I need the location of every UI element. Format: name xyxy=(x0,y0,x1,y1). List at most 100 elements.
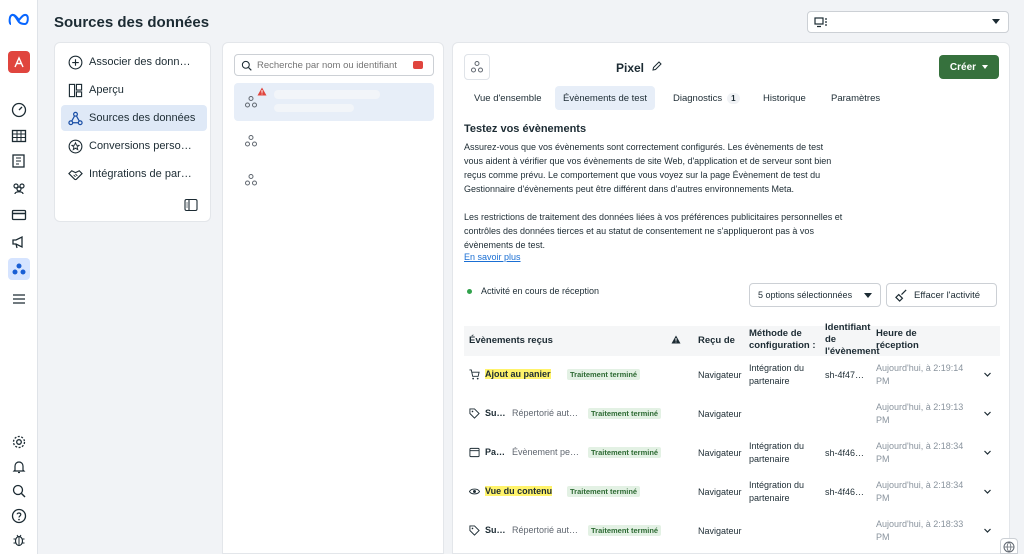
caret-down-icon xyxy=(982,65,989,69)
col-received-time: Heure de réception xyxy=(876,328,919,352)
source-item-selected[interactable] xyxy=(234,83,434,121)
warning-icon xyxy=(671,335,681,344)
tab-diagnostics[interactable]: Diagnostics 1 xyxy=(665,86,748,110)
live-status-dot-icon xyxy=(467,288,472,294)
globe-icon xyxy=(1003,541,1015,553)
paragraph-line: Gestionnaire d'évènements peut être diff… xyxy=(464,184,794,194)
rail-dashboard[interactable] xyxy=(8,99,30,121)
megaphone-icon xyxy=(12,235,23,249)
paragraph-line: Assurez-vous que vos évènements sont cor… xyxy=(464,142,824,152)
source-item[interactable] xyxy=(234,161,434,199)
rail-search[interactable] xyxy=(8,480,30,502)
col-method-line: configuration : xyxy=(749,340,816,351)
rail-settings[interactable] xyxy=(8,431,30,453)
bug-icon xyxy=(13,534,25,547)
nav-item-custom-conversions[interactable]: Conversions perso… xyxy=(61,133,207,159)
rail-events-manager[interactable] xyxy=(8,258,30,280)
rail-ads[interactable] xyxy=(8,231,30,253)
status-badge: Traitement terminé xyxy=(567,369,641,380)
overview-icon xyxy=(68,83,82,97)
rail-billing[interactable] xyxy=(8,204,30,226)
clear-activity-button[interactable]: Effacer l'activité xyxy=(886,283,997,307)
chevron-down-icon[interactable] xyxy=(983,409,992,418)
create-button-label: Créer xyxy=(949,61,977,73)
chevron-down-icon[interactable] xyxy=(983,487,992,496)
account-letter-icon xyxy=(14,56,24,68)
star-icon xyxy=(68,139,82,153)
col-time-line: réception xyxy=(876,340,919,351)
table-row[interactable]: Su… Répertorié aut… Traitement terminé N… xyxy=(464,395,1000,434)
learn-more-link[interactable]: En savoir plus xyxy=(464,252,521,262)
tab-overview[interactable]: Vue d'ensemble xyxy=(466,86,549,110)
tag-icon xyxy=(469,408,480,419)
nav-item-label: Conversions perso… xyxy=(89,140,192,152)
received-from: Navigateur xyxy=(698,370,742,380)
help-fab[interactable] xyxy=(1000,538,1018,554)
paragraph-line: Les restrictions de traitement des donné… xyxy=(464,212,843,222)
document-icon xyxy=(12,154,25,168)
credit-card-icon xyxy=(11,209,27,221)
method-line-2: partenaire xyxy=(749,493,790,503)
hamburger-icon xyxy=(13,294,25,304)
rail-pages[interactable] xyxy=(8,150,30,172)
col-events: Évènements reçus xyxy=(469,335,553,346)
event-name: Ajout au panier xyxy=(485,369,551,379)
received-from: Navigateur xyxy=(698,409,742,419)
business-selector[interactable] xyxy=(807,11,1009,33)
table-row[interactable]: Su… Répertorié aut… Traitement terminé N… xyxy=(464,512,1000,551)
col-event-id-line: de xyxy=(825,334,837,345)
page-icon xyxy=(469,447,480,458)
rail-table[interactable] xyxy=(8,125,30,147)
people-icon xyxy=(13,183,25,195)
time-line-2: PM xyxy=(876,532,890,542)
rail-notifications[interactable] xyxy=(8,456,30,478)
pixel-icon xyxy=(245,174,257,186)
nav-item-partner-integrations[interactable]: Intégrations de par… xyxy=(61,161,207,187)
rail-audiences[interactable] xyxy=(8,177,30,199)
rail-report-bug[interactable] xyxy=(8,529,30,551)
event-description: Répertorié aut… xyxy=(512,525,579,535)
nav-item-overview[interactable]: Aperçu xyxy=(61,77,207,103)
chevron-down-icon[interactable] xyxy=(983,448,992,457)
source-item[interactable] xyxy=(234,122,434,160)
search-icon xyxy=(241,60,252,71)
time-line-1: Aujourd'hui, à 2:18:34 xyxy=(876,441,964,451)
clear-activity-label: Effacer l'activité xyxy=(914,289,981,301)
create-button[interactable]: Créer xyxy=(939,55,999,79)
events-table-header: Évènements reçus Reçu de Méthode de conf… xyxy=(464,322,1000,357)
chevron-down-icon[interactable] xyxy=(983,526,992,535)
table-row[interactable]: Pa… Évènement pe… Traitement terminé Nav… xyxy=(464,434,1000,473)
search-input[interactable] xyxy=(257,59,407,71)
tab-history[interactable]: Historique xyxy=(755,86,814,110)
edit-pencil-icon[interactable] xyxy=(651,60,663,72)
search-box[interactable] xyxy=(234,54,434,76)
table-row[interactable]: Vue du contenu Traitement terminé Naviga… xyxy=(464,473,1000,512)
redacted-source-id xyxy=(274,104,354,112)
meta-logo-icon[interactable] xyxy=(8,12,30,26)
collapse-panel-icon[interactable] xyxy=(184,198,198,212)
rail-help[interactable] xyxy=(8,505,30,527)
activity-label: Activité en cours de réception xyxy=(481,286,600,296)
received-from: Navigateur xyxy=(698,448,742,458)
pixel-details-panel: Pixel Créer Vue d'ensemble Évènements de… xyxy=(452,42,1010,554)
event-filter-dropdown[interactable]: 5 options sélectionnées xyxy=(749,283,881,307)
nav-item-label: Associer des donn… xyxy=(89,56,191,68)
rail-menu[interactable] xyxy=(8,288,30,310)
chevron-down-icon[interactable] xyxy=(983,370,992,379)
handshake-icon xyxy=(67,169,83,180)
col-method-line: Méthode de xyxy=(749,328,802,339)
account-avatar[interactable] xyxy=(8,51,30,73)
nav-item-connect-data[interactable]: Associer des donn… xyxy=(61,49,207,75)
tab-settings[interactable]: Paramètres xyxy=(823,86,888,110)
event-name: Su… xyxy=(485,525,506,535)
tab-test-events[interactable]: Évènements de test xyxy=(555,86,655,110)
tag-icon xyxy=(469,525,480,536)
nav-item-data-sources[interactable]: Sources des données xyxy=(61,105,207,131)
time-line-2: PM xyxy=(876,415,890,425)
gauge-icon xyxy=(11,102,27,118)
activity-status: Activité en cours de réception xyxy=(467,286,599,296)
status-badge: Traitement terminé xyxy=(567,486,641,497)
received-from: Navigateur xyxy=(698,526,742,536)
table-row[interactable]: Ajout au panier Traitement terminé Navig… xyxy=(464,356,1000,395)
filter-value: 5 options sélectionnées xyxy=(758,290,853,300)
